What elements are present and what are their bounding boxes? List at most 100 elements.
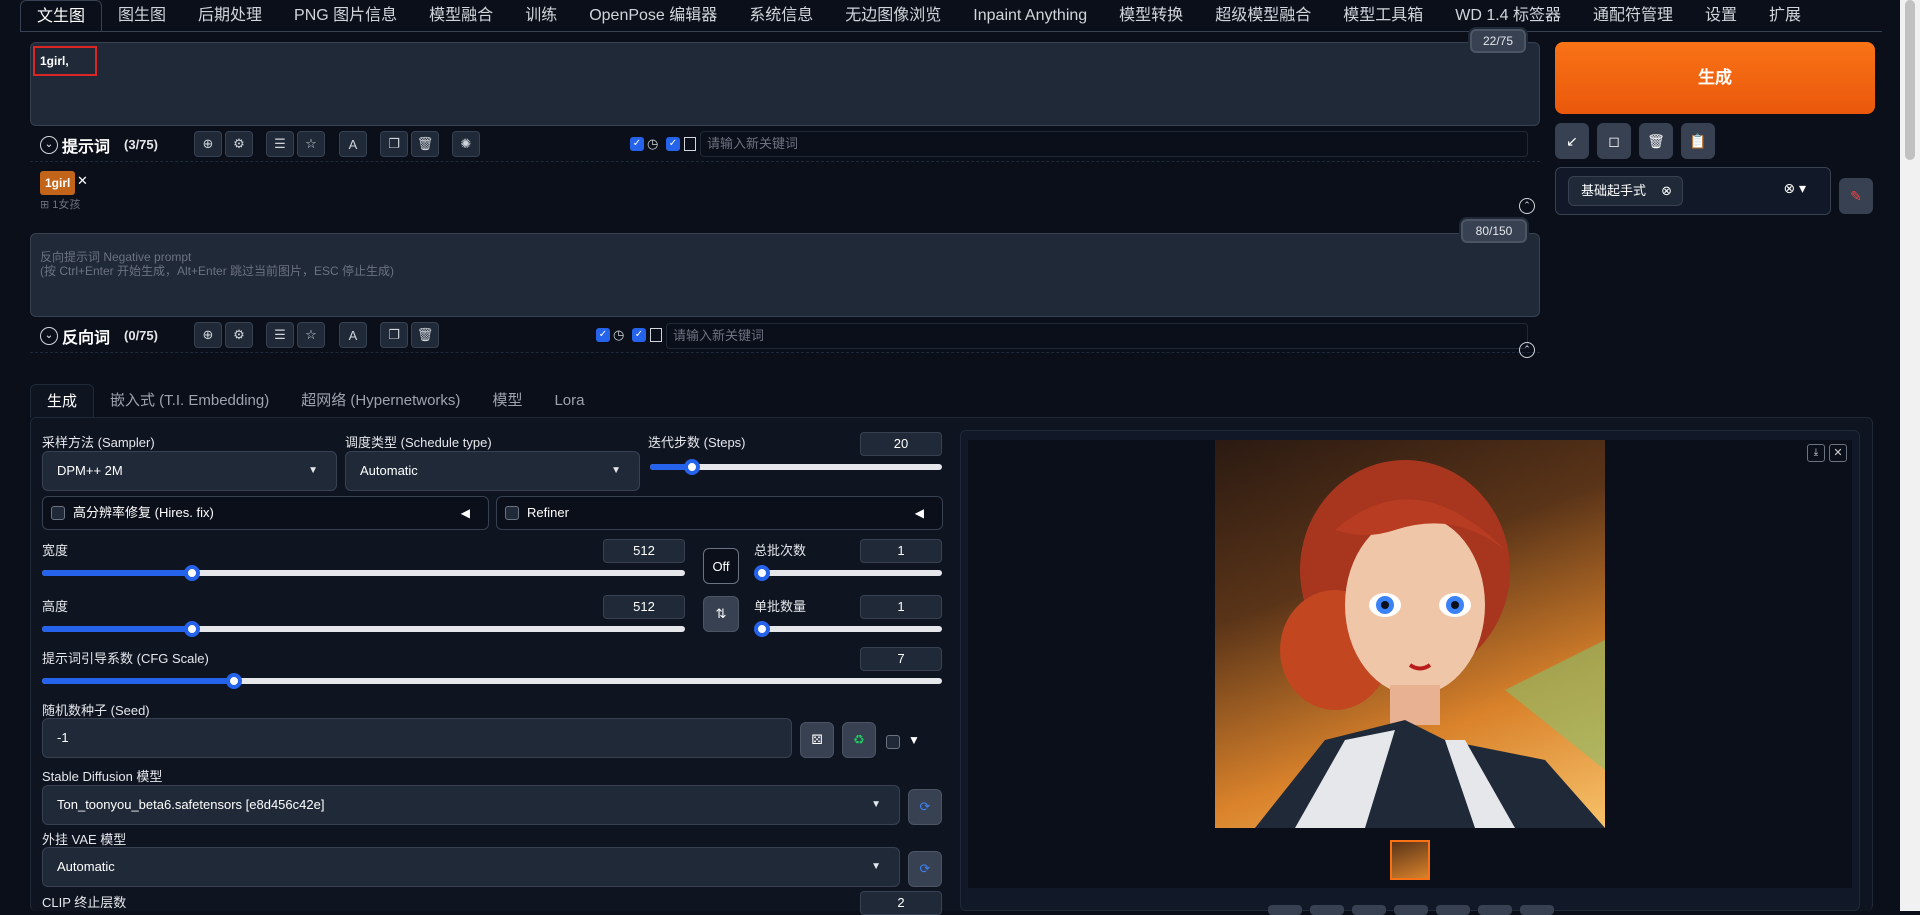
delete-styles-icon[interactable]: 🗑 xyxy=(1639,123,1673,159)
tab-inpaint-anything[interactable]: Inpaint Anything xyxy=(957,0,1103,32)
prompt-keyword-input[interactable]: 请输入新关键词 xyxy=(700,131,1528,157)
tab-wildcards[interactable]: 通配符管理 xyxy=(1577,0,1689,32)
sd-model-dropdown[interactable]: Ton_toonyou_beta6.safetensors [e8d456c42… xyxy=(42,785,900,825)
copy-icon[interactable]: ❐ xyxy=(380,322,408,348)
output-action-button[interactable] xyxy=(1268,905,1302,915)
output-action-button[interactable] xyxy=(1478,905,1512,915)
steps-slider-knob[interactable] xyxy=(684,459,700,475)
negative-toolbar-title[interactable]: ⌄ 反向词 (0/75) xyxy=(40,324,158,348)
tab-super-merge[interactable]: 超级模型融合 xyxy=(1199,0,1327,32)
prompt-toolbar-title[interactable]: ⌄ 提示词 (3/75) xyxy=(40,133,158,157)
cfg-input[interactable]: 7 xyxy=(860,647,942,671)
copy-icon[interactable]: ❐ xyxy=(380,131,408,157)
tag-remove-icon[interactable]: ✕ xyxy=(77,173,88,189)
download-icon[interactable]: ⤓ xyxy=(1807,444,1825,462)
history-icon[interactable]: ☰ xyxy=(266,131,294,157)
gallery-thumbnail[interactable] xyxy=(1390,840,1430,880)
tab-model-convert[interactable]: 模型转换 xyxy=(1103,0,1199,32)
settings-icon[interactable]: ⚙ xyxy=(225,131,253,157)
page-scrollbar[interactable] xyxy=(1900,0,1920,911)
dice-icon[interactable]: ⚄ xyxy=(800,722,834,758)
tab-train[interactable]: 训练 xyxy=(509,0,573,32)
keyword-checkbox-2[interactable]: ✓ xyxy=(666,137,680,151)
subtab-embedding[interactable]: 嵌入式 (T.I. Embedding) xyxy=(94,384,285,418)
output-action-button[interactable] xyxy=(1520,905,1554,915)
generated-image[interactable] xyxy=(1215,440,1605,828)
trash-icon[interactable]: 🗑 xyxy=(411,322,439,348)
negative-prompt-textarea[interactable]: 反向提示词 Negative prompt (按 Ctrl+Enter 开始生成… xyxy=(30,233,1540,317)
trash-icon[interactable]: 🗑 xyxy=(411,131,439,157)
translate-icon[interactable]: ⊕ xyxy=(194,322,222,348)
keyword-checkbox-1[interactable]: ✓ xyxy=(596,328,610,342)
vae-dropdown[interactable]: Automatic ▼ xyxy=(42,847,900,887)
tab-openpose[interactable]: OpenPose 编辑器 xyxy=(573,0,733,32)
refiner-checkbox[interactable] xyxy=(505,506,519,520)
settings-icon[interactable]: ⚙ xyxy=(225,322,253,348)
edit-styles-icon[interactable]: ✎ xyxy=(1839,178,1873,214)
subtab-lora[interactable]: Lora xyxy=(538,384,600,418)
tab-wd-tagger[interactable]: WD 1.4 标签器 xyxy=(1439,0,1577,32)
batch-size-knob[interactable] xyxy=(754,621,770,637)
clipboard-icon[interactable]: 📋 xyxy=(1681,123,1715,159)
favorite-icon[interactable]: ☆ xyxy=(297,131,325,157)
favorite-icon[interactable]: ☆ xyxy=(297,322,325,348)
styles-select[interactable]: 基础起手式 ⊗ ⊗ ▾ xyxy=(1555,167,1831,215)
collapse-up-icon[interactable]: ⌃ xyxy=(1519,198,1535,214)
refiner-accordion[interactable]: Refiner ◀ xyxy=(496,496,943,530)
refresh-model-icon[interactable]: ⟳ xyxy=(908,789,942,825)
keyword-checkbox-1[interactable]: ✓ xyxy=(630,137,644,151)
subtab-hypernetworks[interactable]: 超网络 (Hypernetworks) xyxy=(285,384,476,418)
height-input[interactable]: 512 xyxy=(603,595,685,619)
batch-size-input[interactable]: 1 xyxy=(860,595,942,619)
height-slider[interactable] xyxy=(42,621,685,637)
generate-button[interactable]: 生成 xyxy=(1555,42,1875,114)
width-input[interactable]: 512 xyxy=(603,539,685,563)
hires-fix-checkbox[interactable] xyxy=(51,506,65,520)
translate-icon[interactable]: ⊕ xyxy=(194,131,222,157)
seed-input[interactable]: -1 xyxy=(42,718,792,758)
height-slider-knob[interactable] xyxy=(184,621,200,637)
tab-extensions[interactable]: 扩展 xyxy=(1753,0,1817,32)
tab-extras[interactable]: 后期处理 xyxy=(182,0,278,32)
extra-seed-checkbox[interactable] xyxy=(886,735,900,749)
hires-fix-accordion[interactable]: 高分辨率修复 (Hires. fix) ◀ xyxy=(42,496,489,530)
openai-icon[interactable]: ✺ xyxy=(452,131,480,157)
prompt-textarea[interactable]: 1girl, xyxy=(30,42,1540,126)
recycle-icon[interactable]: ♻ xyxy=(842,722,876,758)
batch-count-knob[interactable] xyxy=(754,565,770,581)
clip-skip-input[interactable]: 2 xyxy=(860,891,942,915)
negative-keyword-input[interactable]: 请输入新关键词 xyxy=(666,323,1528,349)
output-action-button[interactable] xyxy=(1310,905,1344,915)
apply-icon[interactable]: ↙ xyxy=(1555,123,1589,159)
style-remove-icon[interactable]: ⊗ xyxy=(1661,177,1672,205)
tab-sysinfo[interactable]: 系统信息 xyxy=(733,0,829,32)
output-action-button[interactable] xyxy=(1352,905,1386,915)
refresh-vae-icon[interactable]: ⟳ xyxy=(908,851,942,887)
triangle-down-icon[interactable]: ▼ xyxy=(908,733,920,747)
tab-merge[interactable]: 模型融合 xyxy=(413,0,509,32)
tab-txt2img[interactable]: 文生图 xyxy=(20,0,103,32)
clear-styles-icon[interactable]: ⊗ ▾ xyxy=(1783,180,1806,197)
sampler-dropdown[interactable]: DPM++ 2M ▼ xyxy=(42,451,337,491)
tab-png-info[interactable]: PNG 图片信息 xyxy=(278,0,413,32)
steps-input[interactable]: 20 xyxy=(860,432,942,456)
tab-model-toolkit[interactable]: 模型工具箱 xyxy=(1327,0,1439,32)
output-action-button[interactable] xyxy=(1394,905,1428,915)
cfg-slider-knob[interactable] xyxy=(226,673,242,689)
tab-settings[interactable]: 设置 xyxy=(1689,0,1753,32)
off-button[interactable]: Off xyxy=(703,548,739,584)
batch-count-input[interactable]: 1 xyxy=(860,539,942,563)
output-action-button[interactable] xyxy=(1436,905,1470,915)
keyword-checkbox-2[interactable]: ✓ xyxy=(632,328,646,342)
cfg-slider[interactable] xyxy=(42,673,942,689)
schedule-dropdown[interactable]: Automatic ▼ xyxy=(345,451,640,491)
width-slider[interactable] xyxy=(42,565,685,581)
scrollbar-thumb[interactable] xyxy=(1905,0,1915,160)
swap-dimensions-icon[interactable]: ⇅ xyxy=(703,596,739,632)
clear-icon[interactable]: ◻ xyxy=(1597,123,1631,159)
batch-size-slider[interactable] xyxy=(754,621,942,637)
subtab-generate[interactable]: 生成 xyxy=(30,384,95,418)
width-slider-knob[interactable] xyxy=(184,565,200,581)
prompt-tag[interactable]: 1girl xyxy=(40,171,76,195)
history-icon[interactable]: ☰ xyxy=(266,322,294,348)
